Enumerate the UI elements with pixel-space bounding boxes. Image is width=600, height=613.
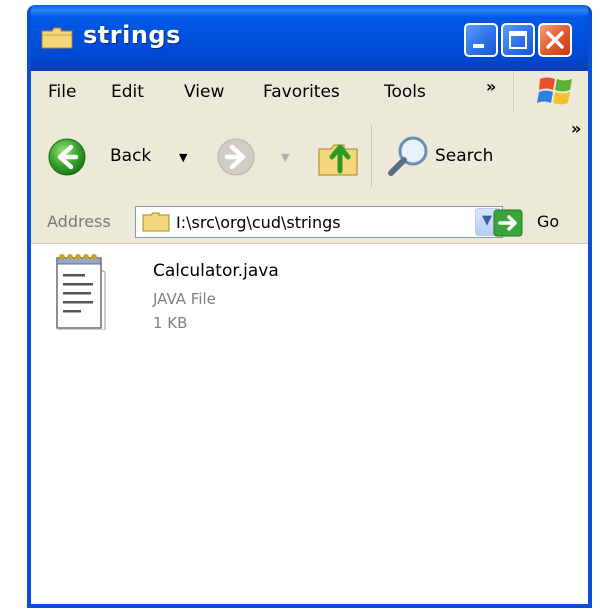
file-list-pane[interactable]: Calculator.java JAVA File 1 KB	[31, 244, 588, 604]
close-icon	[546, 31, 564, 49]
address-label: Address	[47, 212, 111, 231]
standard-toolbar: Back ▼ ▼ Search »	[31, 113, 588, 200]
file-type: JAVA File	[153, 290, 216, 308]
chevron-down-icon: ▼	[482, 213, 492, 228]
menu-favorites[interactable]: Favorites	[263, 82, 340, 102]
window-title: strings	[83, 21, 181, 49]
search-label[interactable]: Search	[435, 146, 493, 166]
folder-icon	[142, 212, 170, 232]
maximize-button[interactable]	[501, 23, 535, 57]
text-file-icon	[56, 254, 106, 330]
menu-view[interactable]: View	[184, 82, 224, 102]
address-value[interactable]: I:\src\org\cud\strings	[176, 213, 341, 232]
toolbar-divider	[371, 125, 372, 187]
magnifier-icon[interactable]	[386, 133, 432, 179]
windows-logo-icon	[537, 77, 572, 105]
minimize-button[interactable]	[464, 23, 498, 57]
address-bar: Address I:\src\org\cud\strings ▼ Go	[31, 199, 588, 244]
explorer-window: strings File Edit View Favorites Tools »	[27, 5, 592, 608]
toolbar-overflow-chevron[interactable]: »	[571, 119, 581, 138]
maximize-icon	[509, 31, 527, 49]
menu-divider	[513, 71, 514, 113]
menu-overflow-chevron[interactable]: »	[486, 77, 496, 96]
menu-edit[interactable]: Edit	[111, 82, 144, 102]
folder-up-icon[interactable]	[316, 135, 360, 179]
menu-tools[interactable]: Tools	[384, 82, 426, 102]
file-name[interactable]: Calculator.java	[153, 261, 279, 281]
forward-dropdown-arrow[interactable]: ▼	[281, 151, 289, 164]
close-button[interactable]	[538, 23, 572, 57]
go-arrow-icon[interactable]	[493, 209, 523, 237]
menu-file[interactable]: File	[48, 82, 76, 102]
menu-bar: File Edit View Favorites Tools »	[31, 71, 588, 114]
title-bar[interactable]: strings	[31, 5, 588, 71]
go-button[interactable]: Go	[537, 212, 559, 231]
file-item[interactable]: Calculator.java JAVA File 1 KB	[51, 250, 371, 360]
minimize-icon	[473, 44, 484, 48]
folder-icon	[41, 27, 73, 49]
file-size: 1 KB	[153, 314, 188, 332]
back-label[interactable]: Back	[110, 146, 151, 166]
address-field[interactable]: I:\src\org\cud\strings ▼	[135, 206, 503, 238]
forward-arrow-icon[interactable]	[216, 137, 256, 177]
back-dropdown-arrow[interactable]: ▼	[179, 151, 187, 164]
back-arrow-icon[interactable]	[47, 137, 87, 177]
